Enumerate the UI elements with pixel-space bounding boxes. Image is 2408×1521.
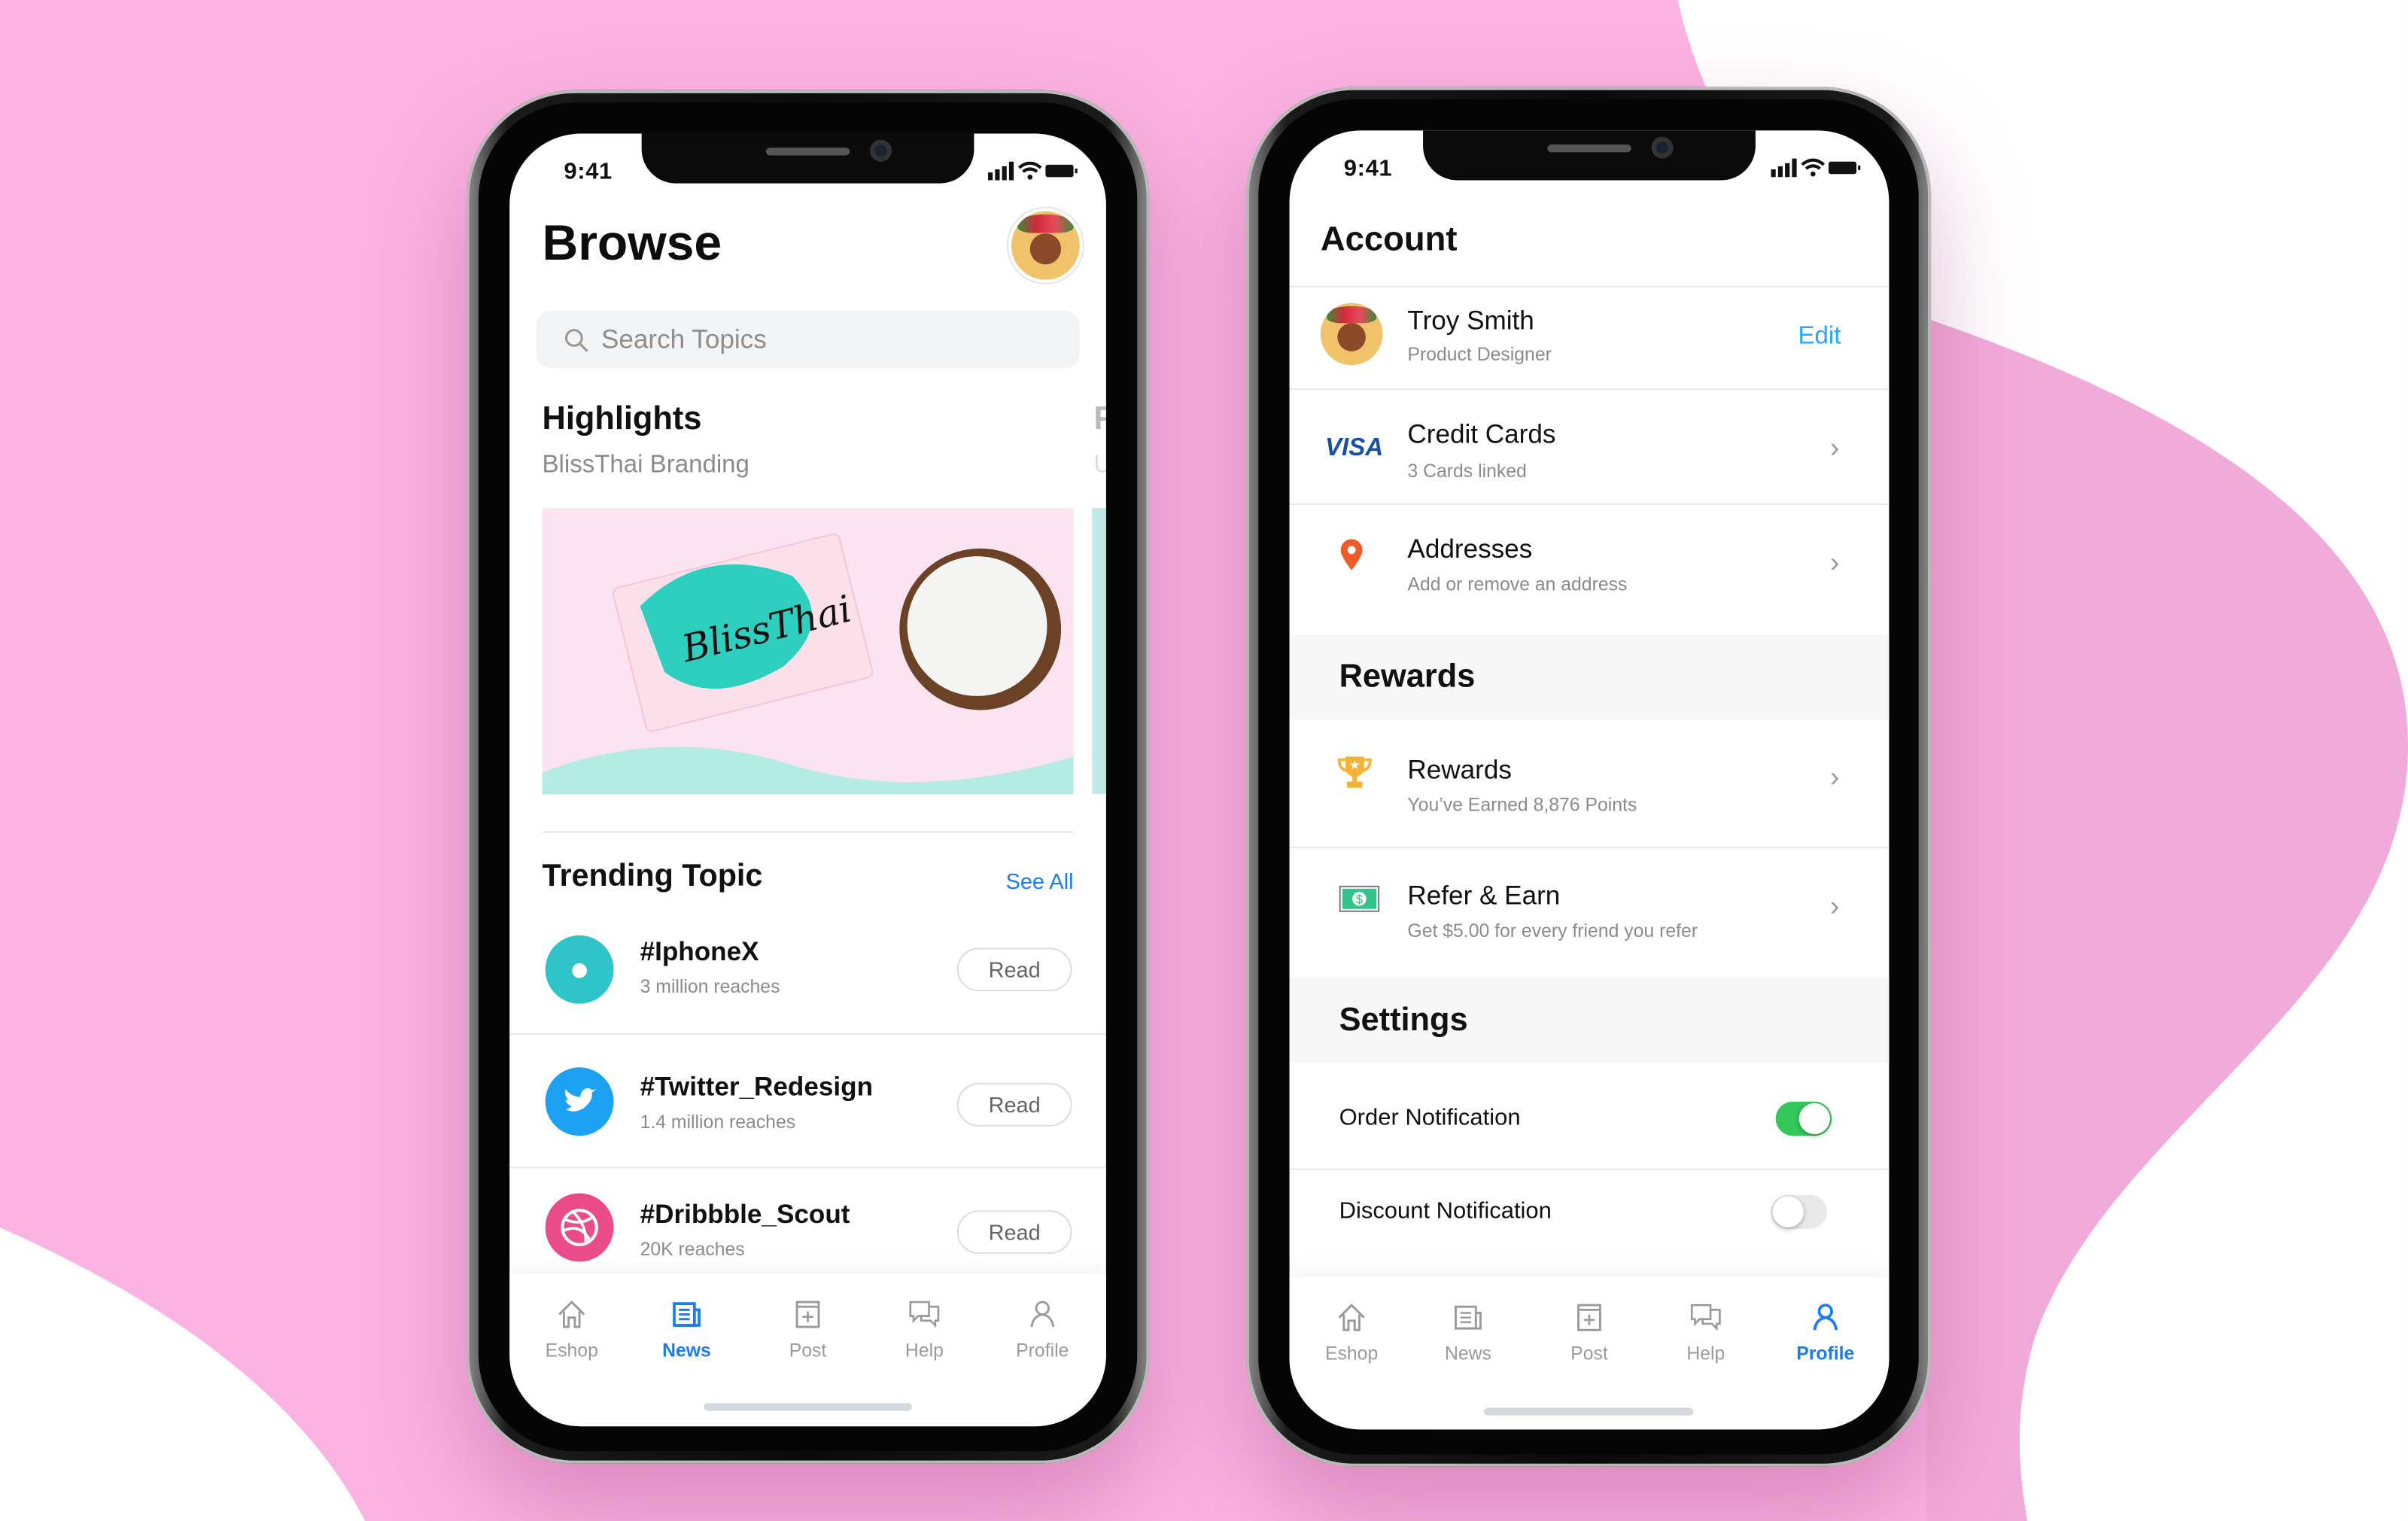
next-card-title-peek: F <box>1093 401 1106 439</box>
chevron-right-icon: › <box>1829 890 1840 922</box>
home-icon <box>558 1300 585 1328</box>
next-card-subtitle-peek: U <box>1093 452 1106 480</box>
row-subtitle: Get $5.00 for every friend you refer <box>1407 920 1698 942</box>
highlights-subtitle: BlissThai Branding <box>542 452 749 479</box>
account-screen: 9:41 Account Troy Smith Product Designer… <box>1289 130 1890 1430</box>
row-title: Refer & Earn <box>1407 881 1561 911</box>
discount-notification-toggle[interactable] <box>1771 1194 1827 1230</box>
home-indicator[interactable] <box>1483 1407 1694 1416</box>
profile-role: Product Designer <box>1407 343 1552 366</box>
avatar[interactable] <box>1011 211 1080 280</box>
search-icon <box>564 328 588 351</box>
divider <box>1289 503 1890 505</box>
money-icon: $ <box>1339 885 1380 912</box>
user-icon <box>1813 1303 1838 1331</box>
browse-phone: 9:41 Browse Search Topics Highlights Bli… <box>466 90 1150 1464</box>
notch <box>641 133 974 184</box>
news-icon <box>673 1302 701 1327</box>
tab-post[interactable]: Post <box>762 1299 855 1361</box>
topic-title: #Dribbble_Scout <box>640 1199 850 1230</box>
chevron-right-icon: › <box>1829 546 1840 578</box>
profile-name: Troy Smith <box>1407 306 1534 336</box>
account-phone: 9:41 Account Troy Smith Product Designer… <box>1245 87 1932 1467</box>
status-icons <box>988 161 1078 181</box>
svg-text:★: ★ <box>1349 759 1361 772</box>
divider <box>542 831 1074 833</box>
dribbble-icon <box>545 1193 614 1262</box>
row-title: Addresses <box>1407 534 1533 564</box>
row-title: Credit Cards <box>1407 419 1556 449</box>
svg-text:$: $ <box>1356 893 1363 907</box>
user-icon <box>1030 1300 1055 1328</box>
status-time: 9:41 <box>564 158 613 185</box>
post-icon <box>1577 1303 1601 1331</box>
tab-post[interactable]: Post <box>1543 1302 1636 1364</box>
divider <box>1289 388 1890 391</box>
tab-bar: Eshop News Post Help Profile <box>1289 1277 1890 1430</box>
status-time: 9:41 <box>1343 155 1393 182</box>
tab-eshop[interactable]: Eshop <box>525 1299 619 1361</box>
highlight-image[interactable]: BlissThai <box>542 508 1074 794</box>
rewards-section-header: Rewards <box>1289 635 1890 719</box>
home-indicator[interactable] <box>704 1403 912 1411</box>
tab-profile[interactable]: Profile <box>1779 1302 1872 1364</box>
read-button[interactable]: Read <box>956 948 1072 992</box>
row-subtitle: 3 Cards linked <box>1407 460 1527 482</box>
search-input[interactable]: Search Topics <box>536 310 1080 369</box>
next-card-peek <box>1092 508 1106 794</box>
background-shapes <box>0 0 2408 1521</box>
twitter-icon <box>545 1067 614 1136</box>
chat-icon <box>1690 1303 1721 1331</box>
divider <box>1289 847 1890 849</box>
read-button[interactable]: Read <box>956 1210 1072 1255</box>
settings-section-header: Settings <box>1289 977 1890 1063</box>
apple-icon: ● <box>545 935 614 1004</box>
row-subtitle: Add or remove an address <box>1407 573 1628 595</box>
chevron-right-icon: › <box>1829 761 1840 792</box>
topic-title: #IphoneX <box>640 936 759 967</box>
divider <box>1289 285 1890 287</box>
status-icons <box>1771 158 1861 178</box>
map-pin-icon <box>1340 539 1363 570</box>
visa-icon: VISA <box>1325 435 1384 462</box>
tab-profile[interactable]: Profile <box>996 1299 1089 1361</box>
see-all-link[interactable]: See All <box>1006 868 1074 893</box>
edit-button[interactable]: Edit <box>1798 323 1841 351</box>
home-icon <box>1338 1303 1365 1331</box>
topic-reaches: 20K reaches <box>640 1238 745 1261</box>
blissthai-artwork: BlissThai <box>542 533 1074 794</box>
search-placeholder: Search Topics <box>600 324 767 354</box>
news-icon <box>1454 1305 1482 1330</box>
post-icon <box>795 1300 820 1328</box>
divider <box>1289 1168 1890 1170</box>
toggle-label: Discount Notification <box>1339 1197 1552 1224</box>
order-notification-toggle[interactable] <box>1775 1101 1832 1136</box>
page-title: Browse <box>542 214 722 271</box>
read-button[interactable]: Read <box>956 1082 1072 1127</box>
tab-eshop[interactable]: Eshop <box>1305 1302 1398 1364</box>
notch <box>1423 130 1756 181</box>
page-title: Account <box>1320 219 1458 258</box>
tab-help[interactable]: Help <box>877 1299 971 1361</box>
row-subtitle: You’ve Earned 8,876 Points <box>1407 793 1637 816</box>
avatar <box>1320 303 1383 366</box>
tab-help[interactable]: Help <box>1659 1302 1753 1364</box>
highlights-title: Highlights <box>542 400 702 437</box>
topic-reaches: 3 million reaches <box>640 975 780 998</box>
topic-title: #Twitter_Redesign <box>640 1072 874 1102</box>
toggle-label: Order Notification <box>1339 1104 1521 1131</box>
topic-reaches: 1.4 million reaches <box>640 1111 796 1133</box>
divider <box>509 1167 1106 1169</box>
browse-screen: 9:41 Browse Search Topics Highlights Bli… <box>509 133 1106 1427</box>
divider <box>509 1033 1106 1035</box>
trending-title: Trending Topic <box>542 859 763 894</box>
row-title: Rewards <box>1407 755 1512 785</box>
trophy-icon: ★ <box>1337 756 1372 788</box>
chat-icon <box>909 1300 940 1328</box>
tab-news[interactable]: News <box>640 1299 734 1361</box>
tab-news[interactable]: News <box>1421 1302 1515 1364</box>
chevron-right-icon: › <box>1829 431 1840 464</box>
